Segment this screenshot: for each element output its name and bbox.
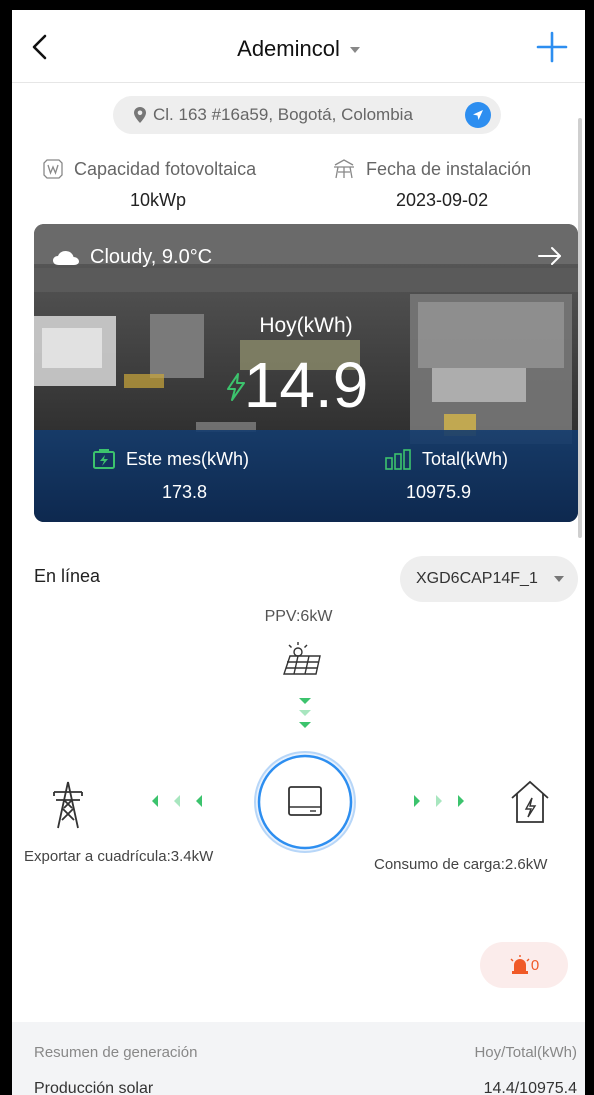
page-title: Ademincol [237,36,340,61]
total-label: Total(kWh) [384,448,508,470]
plus-icon[interactable] [535,30,569,64]
solar-production-label: Producción solar [34,1080,154,1095]
app-screen: Ademincol Cl. 163 #16a59, Bogotá, Colomb… [12,10,585,1095]
solar-production-value: 14.4/10975.4 [483,1080,577,1095]
energy-hero-card[interactable]: Cloudy, 9.0°C Hoy(kWh) 14.9 Este mes(kWh… [34,224,578,522]
month-value: 173.8 [162,482,208,502]
load-flow-arrows [414,795,464,807]
weather-info: Cloudy, 9.0°C [52,246,212,269]
dropdown-caret-icon [554,576,564,582]
alarm-button[interactable]: 0 [480,942,568,988]
arrow-right-icon[interactable] [536,244,564,268]
install-date-icon [334,159,354,179]
grid-flow-arrows [152,795,202,807]
summary-unit: Hoy/Total(kWh) [474,1044,577,1061]
solar-panel-icon[interactable] [283,642,321,675]
navigation-icon[interactable] [465,102,491,128]
scrollbar[interactable] [578,118,582,538]
energy-flow-diagram [53,642,549,853]
bar-chart-icon [385,449,411,470]
plant-selector[interactable]: Ademincol [12,36,585,62]
top-bar: Ademincol [12,10,585,83]
today-value: 14.9 [243,349,369,421]
alarm-siren-icon [510,955,530,974]
capacity-label: Capacidad fotovoltaica [42,158,256,180]
device-selector[interactable]: XGD6CAP14F_1 [400,556,578,602]
dropdown-caret-icon [349,47,360,54]
address-pill[interactable]: Cl. 163 #16a59, Bogotá, Colombia [113,96,501,134]
inverter-icon[interactable] [254,751,356,853]
load-consumption-label: Consumo de carga:2.6kW [374,856,548,873]
cloud-icon [53,250,79,265]
today-label: Hoy(kWh) [259,314,353,337]
alarm-count: 0 [530,956,540,974]
generation-summary: Resumen de generación Hoy/Total(kWh) Pro… [12,1022,585,1095]
install-date-label: Fecha de instalación [332,158,531,180]
grid-tower-icon[interactable] [53,781,83,829]
address-text: Cl. 163 #16a59, Bogotá, Colombia [153,105,413,124]
month-label: Este mes(kWh) [92,448,249,470]
install-date-value: 2023-09-02 [396,190,489,210]
battery-charge-icon [93,449,115,469]
ppv-label: PPV:6kW [264,608,333,625]
capacity-value: 10kWp [130,190,187,210]
solar-flow-arrows [299,698,311,728]
location-pin-icon [134,107,146,123]
summary-title: Resumen de generación [34,1044,198,1061]
device-name: XGD6CAP14F_1 [416,570,538,587]
capacity-icon [43,159,63,179]
online-status: En línea [34,566,101,586]
grid-export-label: Exportar a cuadrícula:3.4kW [24,848,214,865]
stats-band [34,430,578,522]
total-value: 10975.9 [406,482,472,502]
house-bolt-icon[interactable] [511,780,549,823]
